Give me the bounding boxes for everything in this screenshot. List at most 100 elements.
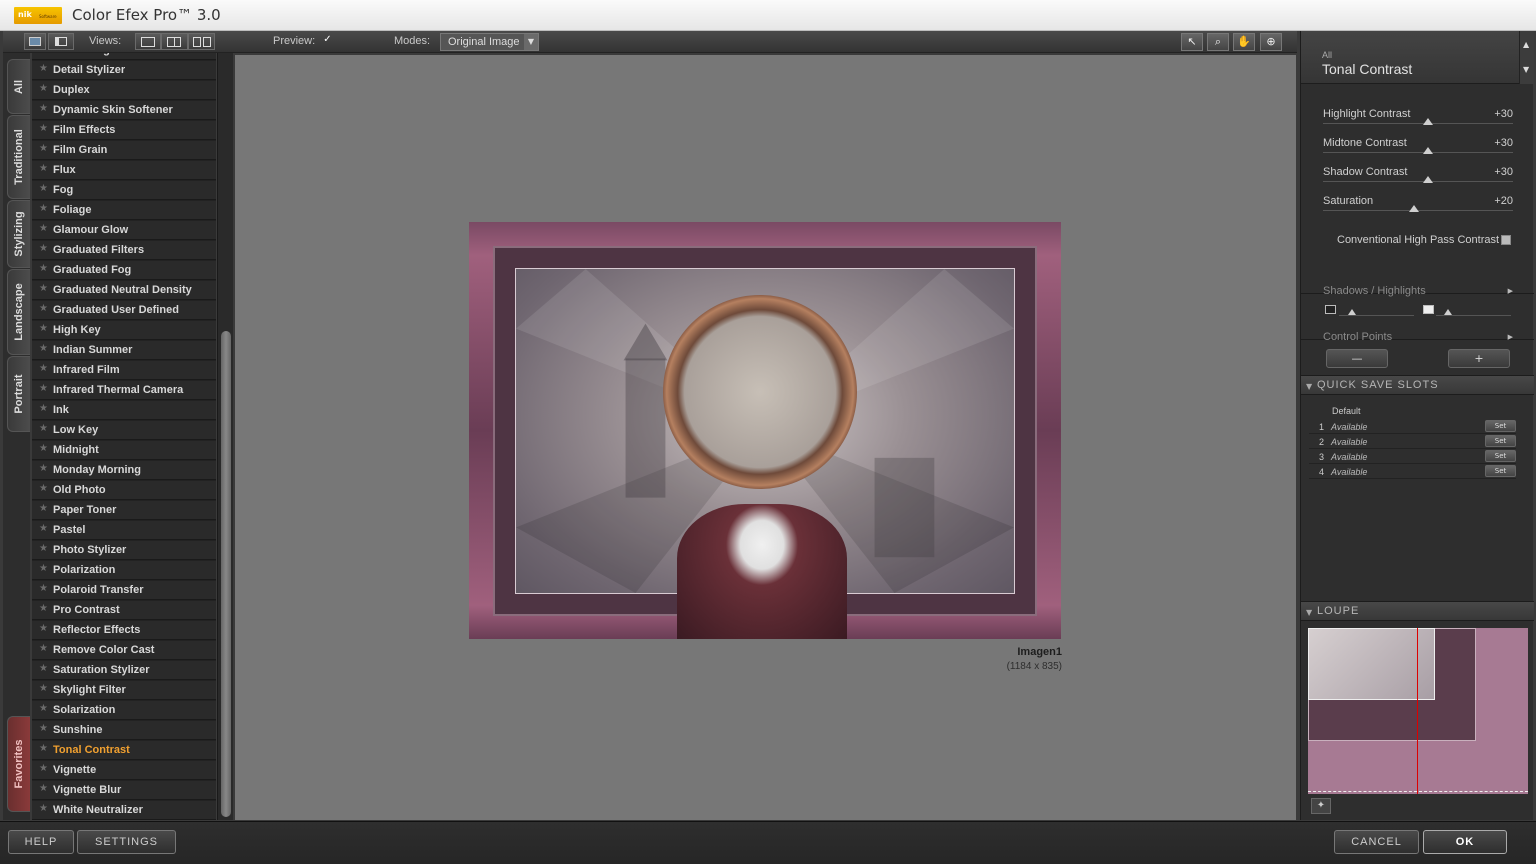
- quick-save-slot[interactable]: 1 Available Set: [1309, 419, 1516, 434]
- filter-item[interactable]: ★ Solarization: [32, 701, 216, 720]
- filter-item[interactable]: ★ Dynamic Skin Softener: [32, 101, 216, 120]
- slider-saturation[interactable]: Saturation +20: [1323, 195, 1513, 223]
- slot-set-button[interactable]: Set: [1485, 450, 1516, 462]
- filter-item[interactable]: ★ Graduated Fog: [32, 261, 216, 280]
- favorite-star-icon[interactable]: ★: [39, 263, 48, 274]
- favorite-star-icon[interactable]: ★: [39, 183, 48, 194]
- scrollbar-thumb[interactable]: [221, 331, 231, 817]
- filter-item[interactable]: ★ Duplex: [32, 81, 216, 100]
- loupe-preview[interactable]: [1308, 628, 1528, 794]
- list-view-button[interactable]: [48, 33, 74, 50]
- favorite-star-icon[interactable]: ★: [39, 563, 48, 574]
- favorite-star-icon[interactable]: ★: [39, 643, 48, 654]
- favorite-star-icon[interactable]: ★: [39, 503, 48, 514]
- control-point-tool-button[interactable]: ⊕: [1260, 33, 1282, 51]
- filter-item[interactable]: ★ White Neutralizer: [32, 801, 216, 820]
- tab-all[interactable]: All: [7, 59, 30, 114]
- slider-track[interactable]: [1323, 123, 1513, 124]
- slider-track[interactable]: [1323, 152, 1513, 153]
- filter-item[interactable]: ★ Saturation Stylizer: [32, 661, 216, 680]
- slider-thumb[interactable]: [1409, 205, 1420, 212]
- favorite-star-icon[interactable]: ★: [39, 723, 48, 734]
- zoom-tool-button[interactable]: ⌕: [1207, 33, 1229, 51]
- thumbnail-view-button[interactable]: [24, 33, 46, 50]
- filter-item[interactable]: ★ Foliage: [32, 201, 216, 220]
- slider-thumb[interactable]: [1422, 147, 1433, 154]
- filter-item[interactable]: ★ Vignette Blur: [32, 781, 216, 800]
- favorite-star-icon[interactable]: ★: [39, 523, 48, 534]
- slider-thumb[interactable]: [1422, 176, 1433, 183]
- filter-item[interactable]: ★ Darken/Lighten Center: [32, 53, 216, 60]
- favorite-star-icon[interactable]: ★: [39, 83, 48, 94]
- filter-item[interactable]: ★ Infrared Film: [32, 361, 216, 380]
- slider-thumb[interactable]: [1422, 118, 1433, 125]
- slider-highlight-contrast[interactable]: Highlight Contrast +30: [1323, 108, 1513, 136]
- filter-item[interactable]: ★ Graduated Filters: [32, 241, 216, 260]
- favorite-star-icon[interactable]: ★: [39, 243, 48, 254]
- favorite-star-icon[interactable]: ★: [39, 53, 48, 54]
- filter-item[interactable]: ★ Old Photo: [32, 481, 216, 500]
- chevron-right-icon[interactable]: ▶: [1508, 333, 1513, 341]
- quick-save-slot[interactable]: 2 Available Set: [1309, 434, 1516, 449]
- filter-item[interactable]: ★ Infrared Thermal Camera: [32, 381, 216, 400]
- slider-track[interactable]: [1323, 181, 1513, 182]
- favorite-star-icon[interactable]: ★: [39, 623, 48, 634]
- filter-item[interactable]: ★ Midnight: [32, 441, 216, 460]
- help-button[interactable]: HELP: [8, 830, 74, 854]
- filter-item[interactable]: ★ Pastel: [32, 521, 216, 540]
- filter-item[interactable]: ★ Tonal Contrast: [32, 741, 216, 760]
- high-pass-checkbox[interactable]: [1501, 235, 1511, 245]
- filter-item[interactable]: ★ Vignette: [32, 761, 216, 780]
- favorite-star-icon[interactable]: ★: [39, 703, 48, 714]
- quick-save-slot[interactable]: 3 Available Set: [1309, 449, 1516, 464]
- favorite-star-icon[interactable]: ★: [39, 203, 48, 214]
- favorite-star-icon[interactable]: ★: [39, 483, 48, 494]
- preview-canvas[interactable]: Imagen1 (1184 x 835): [235, 55, 1296, 820]
- filter-item[interactable]: ★ Paper Toner: [32, 501, 216, 520]
- filter-item[interactable]: ★ Sunshine: [32, 721, 216, 740]
- favorite-star-icon[interactable]: ★: [39, 423, 48, 434]
- tab-traditional[interactable]: Traditional: [7, 115, 30, 199]
- chevron-right-icon[interactable]: ▶: [1508, 287, 1513, 295]
- filter-item[interactable]: ★ Polarization: [32, 561, 216, 580]
- slider-midtone-contrast[interactable]: Midtone Contrast +30: [1323, 137, 1513, 165]
- quick-save-header[interactable]: ▼ QUICK SAVE SLOTS: [1301, 375, 1534, 395]
- favorite-star-icon[interactable]: ★: [39, 63, 48, 74]
- slot-set-button[interactable]: Set: [1485, 420, 1516, 432]
- favorite-star-icon[interactable]: ★: [39, 123, 48, 134]
- add-control-point-button[interactable]: +: [1448, 349, 1510, 368]
- loupe-pin-button[interactable]: ✦: [1311, 798, 1331, 814]
- remove-control-point-button[interactable]: —: [1326, 349, 1388, 368]
- settings-button[interactable]: SETTINGS: [77, 830, 176, 854]
- favorite-star-icon[interactable]: ★: [39, 103, 48, 114]
- favorite-star-icon[interactable]: ★: [39, 283, 48, 294]
- filter-item[interactable]: ★ Indian Summer: [32, 341, 216, 360]
- favorite-star-icon[interactable]: ★: [39, 803, 48, 814]
- favorite-star-icon[interactable]: ★: [39, 583, 48, 594]
- single-view-button[interactable]: [135, 33, 161, 50]
- slider-shadow-contrast[interactable]: Shadow Contrast +30: [1323, 166, 1513, 194]
- filter-item[interactable]: ★ High Key: [32, 321, 216, 340]
- favorite-star-icon[interactable]: ★: [39, 143, 48, 154]
- favorite-star-icon[interactable]: ★: [39, 303, 48, 314]
- favorite-star-icon[interactable]: ★: [39, 223, 48, 234]
- preview-image[interactable]: [469, 222, 1061, 639]
- filter-item[interactable]: ★ Reflector Effects: [32, 621, 216, 640]
- cancel-button[interactable]: CANCEL: [1334, 830, 1419, 854]
- filter-item[interactable]: ★ Flux: [32, 161, 216, 180]
- filter-item[interactable]: ★ Pro Contrast: [32, 601, 216, 620]
- favorite-star-icon[interactable]: ★: [39, 603, 48, 614]
- tab-portrait[interactable]: Portrait: [7, 356, 30, 432]
- filter-item[interactable]: ★ Graduated Neutral Density: [32, 281, 216, 300]
- favorite-star-icon[interactable]: ★: [39, 403, 48, 414]
- favorite-star-icon[interactable]: ★: [39, 343, 48, 354]
- filter-header-scroll[interactable]: ▲ ▼: [1519, 31, 1534, 84]
- favorite-star-icon[interactable]: ★: [39, 543, 48, 554]
- filter-item[interactable]: ★ Polaroid Transfer: [32, 581, 216, 600]
- filter-item[interactable]: ★ Low Key: [32, 421, 216, 440]
- preview-checkbox[interactable]: ✓: [322, 35, 333, 46]
- loupe-split-line[interactable]: [1417, 628, 1418, 794]
- hand-tool-button[interactable]: ✋: [1233, 33, 1255, 51]
- favorite-star-icon[interactable]: ★: [39, 783, 48, 794]
- filter-item[interactable]: ★ Graduated User Defined: [32, 301, 216, 320]
